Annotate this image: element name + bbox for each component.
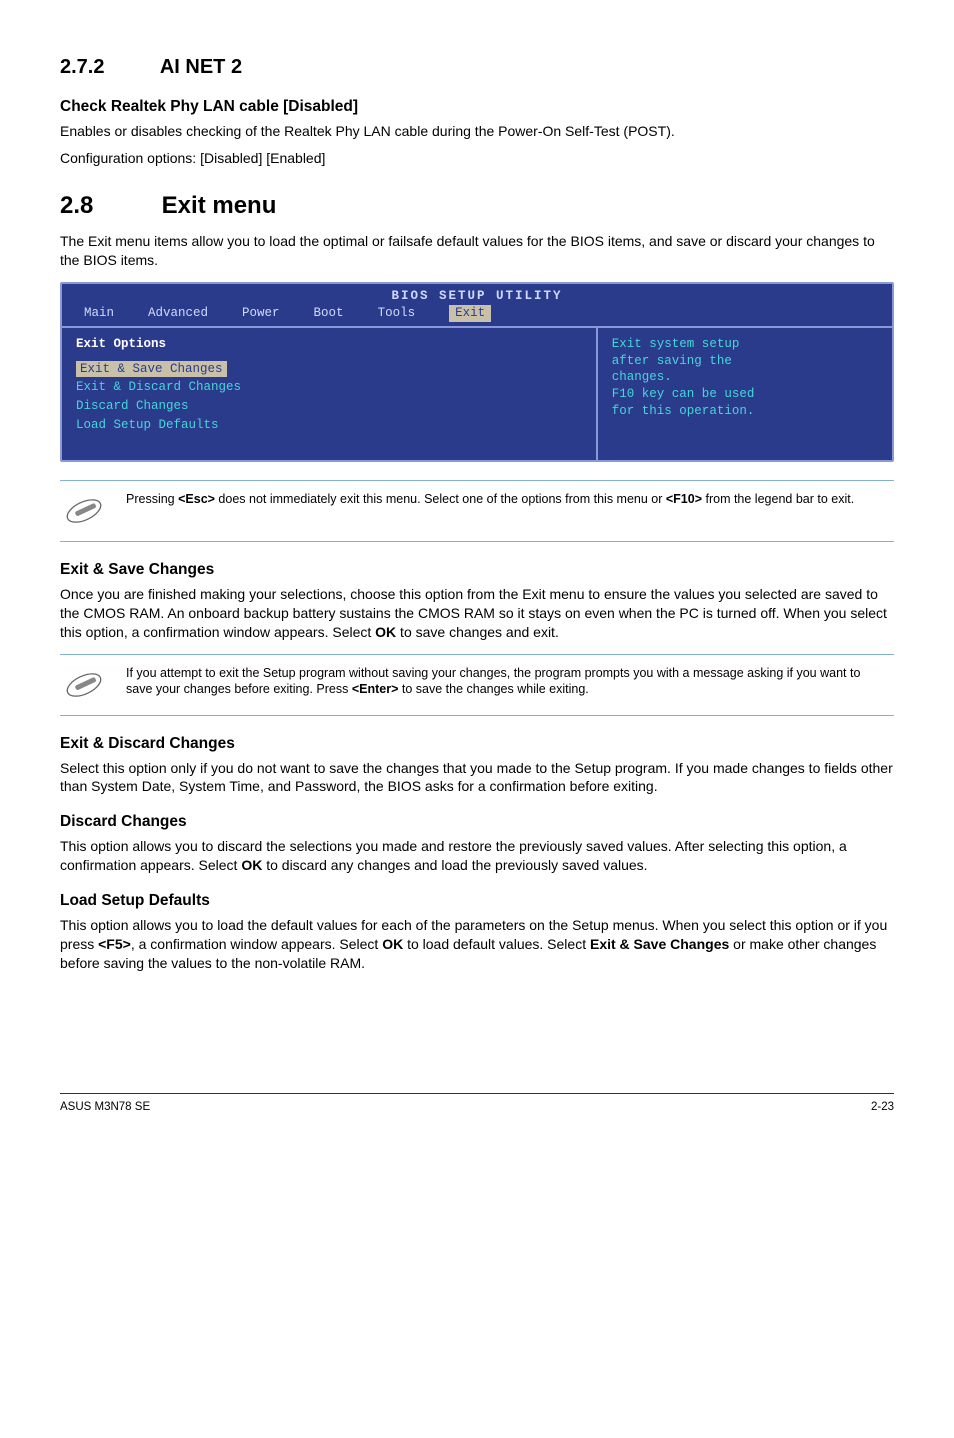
- section-272-number: 2.7.2: [60, 54, 155, 81]
- bios-menu-row: Main Advanced Power Boot Tools Exit: [62, 305, 892, 326]
- heading-load-defaults: Load Setup Defaults: [60, 891, 894, 912]
- bios-right-panel: Exit system setup after saving the chang…: [598, 328, 892, 460]
- bios-help-line-4: F10 key can be used: [612, 386, 878, 403]
- exit-save-key: OK: [375, 624, 396, 640]
- bios-menu-main: Main: [84, 305, 114, 322]
- para-load-defaults: This option allows you to load the defau…: [60, 916, 894, 973]
- bios-menu-advanced: Advanced: [148, 305, 208, 322]
- note-esc: Pressing <Esc> does not immediately exit…: [60, 480, 894, 542]
- ld-c: to load default values. Select: [403, 936, 590, 952]
- heading-discard: Discard Changes: [60, 812, 894, 833]
- para-check-realtek-1: Enables or disables checking of the Real…: [60, 122, 894, 141]
- bios-left-panel: Exit Options Exit & Save Changes Exit & …: [62, 328, 598, 460]
- bios-menu-power: Power: [242, 305, 280, 322]
- bios-help-line-5: for this operation.: [612, 403, 878, 420]
- bios-item-load-defaults: Load Setup Defaults: [76, 417, 582, 434]
- note1-key2: <F10>: [666, 492, 702, 506]
- bios-title: BIOS SETUP UTILITY: [72, 288, 882, 305]
- bios-screenshot: BIOS SETUP UTILITY Main Advanced Power B…: [60, 282, 894, 462]
- ld-b: , a confirmation window appears. Select: [131, 936, 382, 952]
- note2-key: <Enter>: [352, 682, 399, 696]
- bios-item-discard: Discard Changes: [76, 398, 582, 415]
- section-28-title: Exit menu: [162, 192, 277, 219]
- ld-key2: OK: [382, 936, 403, 952]
- discard-key: OK: [241, 857, 262, 873]
- ld-key1: <F5>: [98, 936, 131, 952]
- note1-key1: <Esc>: [178, 492, 215, 506]
- bios-item-exit-discard: Exit & Discard Changes: [76, 379, 582, 396]
- discard-b: to discard any changes and load the prev…: [262, 857, 647, 873]
- sub-heading-check-realtek: Check Realtek Phy LAN cable [Disabled]: [60, 97, 894, 118]
- note-enter: If you attempt to exit the Setup program…: [60, 654, 894, 716]
- section-272-heading: 2.7.2 AI NET 2: [60, 54, 894, 81]
- section-28-intro: The Exit menu items allow you to load th…: [60, 232, 894, 270]
- note1-c: from the legend bar to exit.: [702, 492, 854, 506]
- ld-key3: Exit & Save Changes: [590, 936, 729, 952]
- pencil-icon: [64, 491, 104, 531]
- bios-help-line-2: changes.: [612, 369, 878, 386]
- note2-b: to save the changes while exiting.: [398, 682, 588, 696]
- footer-right: 2-23: [871, 1100, 894, 1116]
- para-exit-save: Once you are finished making your select…: [60, 585, 894, 642]
- page-footer: ASUS M3N78 SE 2-23: [60, 1093, 894, 1116]
- exit-save-b: to save changes and exit.: [396, 624, 559, 640]
- heading-exit-save: Exit & Save Changes: [60, 560, 894, 581]
- bios-item-exit-save: Exit & Save Changes: [76, 361, 227, 378]
- heading-exit-discard: Exit & Discard Changes: [60, 734, 894, 755]
- note1-a: Pressing: [126, 492, 178, 506]
- para-check-realtek-2: Configuration options: [Disabled] [Enabl…: [60, 149, 894, 168]
- bios-menu-exit: Exit: [449, 305, 491, 322]
- para-discard: This option allows you to discard the se…: [60, 837, 894, 875]
- para-exit-discard: Select this option only if you do not wa…: [60, 759, 894, 797]
- bios-menu-tools: Tools: [378, 305, 416, 322]
- bios-left-header: Exit Options: [76, 337, 166, 351]
- footer-left: ASUS M3N78 SE: [60, 1100, 150, 1116]
- section-28-heading: 2.8 Exit menu: [60, 190, 894, 222]
- bios-help-line-0: Exit system setup: [612, 336, 878, 353]
- bios-menu-boot: Boot: [314, 305, 344, 322]
- pencil-icon: [64, 665, 104, 705]
- section-28-number: 2.8: [60, 190, 155, 222]
- bios-help-line-1: after saving the: [612, 353, 878, 370]
- note-enter-text: If you attempt to exit the Setup program…: [126, 665, 890, 699]
- section-272-title: AI NET 2: [160, 56, 242, 78]
- note1-b: does not immediately exit this menu. Sel…: [215, 492, 666, 506]
- note-esc-text: Pressing <Esc> does not immediately exit…: [126, 491, 854, 508]
